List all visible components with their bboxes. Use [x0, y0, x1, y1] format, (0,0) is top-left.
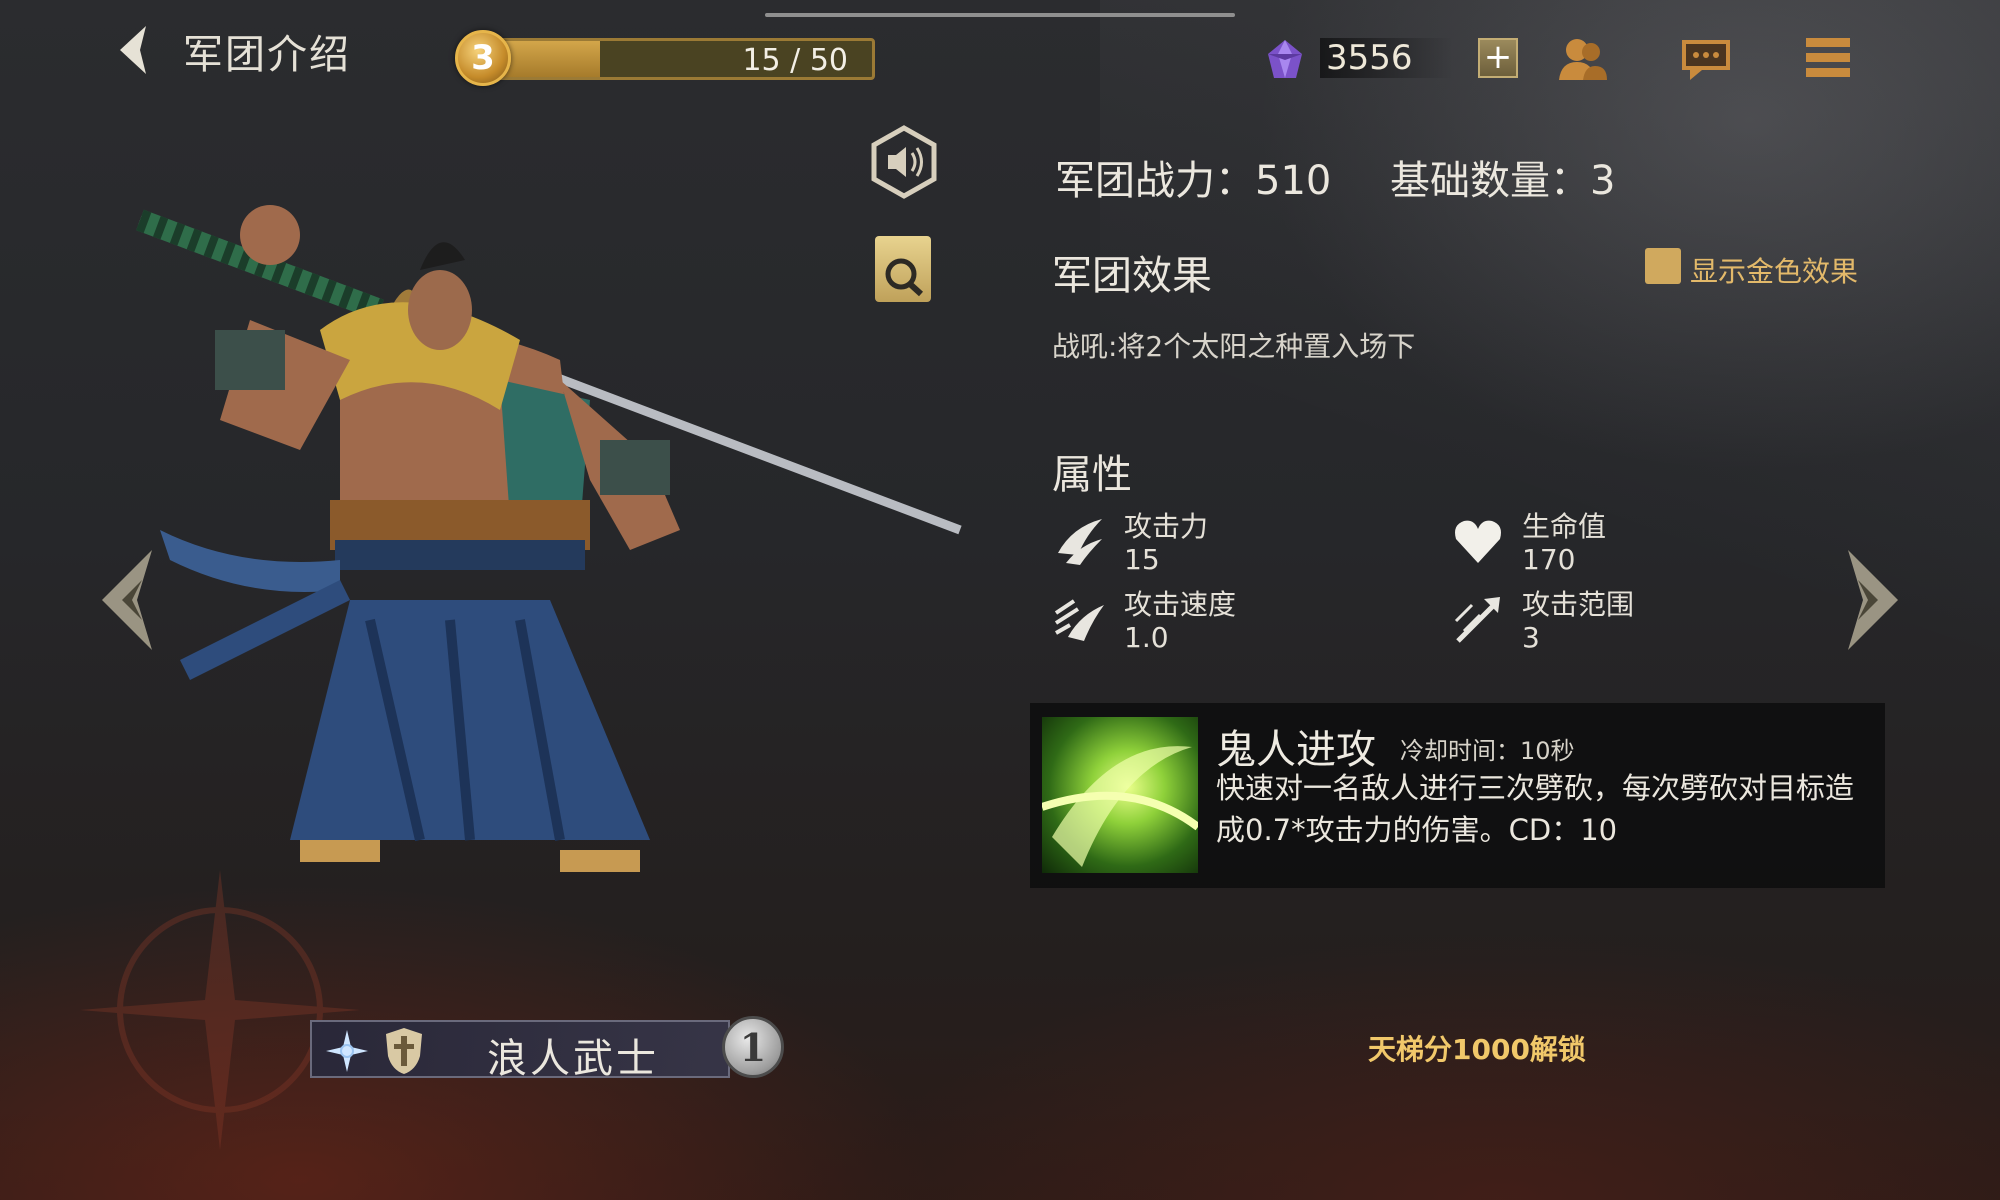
unlock-requirement: 天梯分1000解锁	[1368, 1033, 1586, 1066]
star-icon	[326, 1030, 368, 1072]
attack-icon	[1058, 519, 1102, 565]
next-arrow-icon[interactable]	[1838, 545, 1908, 655]
menu-icon[interactable]	[1800, 30, 1856, 86]
add-currency-button[interactable]: +	[1478, 38, 1518, 78]
purple-gem-icon	[1268, 40, 1302, 78]
top-handle-line	[765, 13, 1235, 17]
unit-name: 浪人武士	[487, 1036, 659, 1082]
legion-effect-description: 战吼:将2个太阳之种置入场下	[1052, 330, 1416, 363]
skill-cooldown: 冷却时间：10秒	[1400, 737, 1575, 765]
compass-emblem	[80, 870, 360, 1150]
back-arrow-icon[interactable]	[108, 20, 158, 80]
currency-value: 3556	[1320, 38, 1453, 78]
skill-card[interactable]: 鬼人进攻 冷却时间：10秒 快速对一名敌人进行三次劈砍，每次劈砍对目标造成0.7…	[1030, 703, 1885, 888]
gold-effect-label[interactable]: 显示金色效果	[1690, 250, 1858, 290]
skill-slash-icon	[1042, 717, 1198, 873]
gold-effect-checkbox[interactable]	[1645, 248, 1681, 284]
unit-name-plate: 浪人武士	[310, 1020, 730, 1082]
skill-description: 快速对一名敌人进行三次劈砍，每次劈砍对目标造成0.7*攻击力的伤害。CD：10	[1216, 771, 1855, 847]
sound-icon[interactable]	[870, 125, 938, 199]
xp-text: 15 / 50	[742, 43, 848, 78]
ronin-samurai-character	[136, 205, 962, 872]
legion-effect-title: 军团效果	[1052, 253, 1212, 299]
attack-range-icon	[1454, 597, 1500, 643]
base-count: 基础数量：3	[1390, 158, 1616, 204]
attack-speed-icon	[1054, 599, 1104, 641]
unit-cost-badge: 1	[722, 1016, 784, 1078]
xp-bar: 15 / 50	[480, 38, 875, 80]
friends-icon[interactable]	[1555, 30, 1611, 86]
page-title: 军团介绍	[183, 32, 351, 78]
shield-icon	[386, 1028, 422, 1074]
level-badge: 3	[455, 30, 511, 86]
attributes-title: 属性	[1052, 452, 1132, 498]
legion-power: 军团战力：510	[1055, 158, 1332, 204]
chat-icon[interactable]	[1678, 30, 1734, 86]
heart-icon	[1455, 520, 1501, 563]
